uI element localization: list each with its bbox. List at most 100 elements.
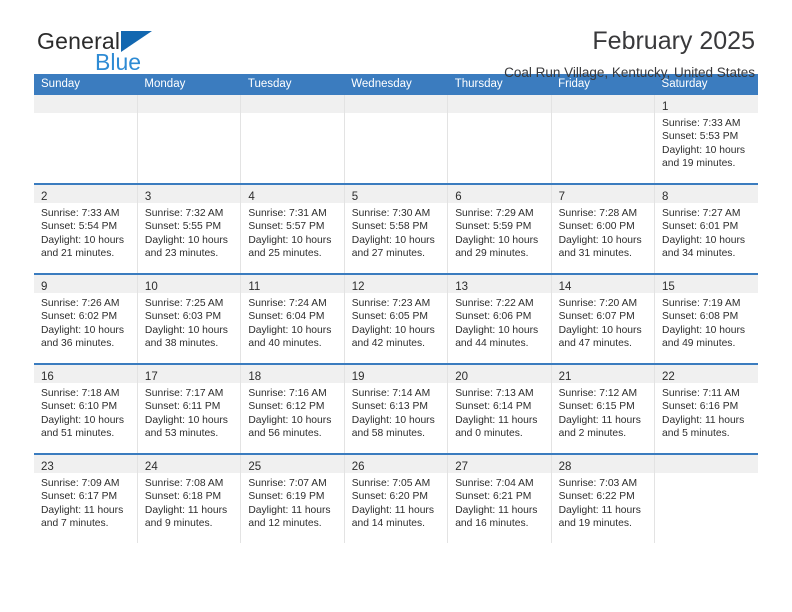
calendar-day-cell[interactable]: 27 Sunrise: 7:04 AM Sunset: 6:21 PM Dayligh… [447, 453, 552, 543]
day-details [241, 113, 343, 117]
sunrise-text: Sunrise: 7:16 AM [248, 388, 327, 399]
calendar-day-cell[interactable]: 28 Sunrise: 7:03 AM Sunset: 6:22 PM Dayligh… [551, 453, 656, 543]
calendar-day-cell[interactable]: 4 Sunrise: 7:31 AM Sunset: 5:57 PM Daylight… [240, 183, 345, 274]
daylight-text-line2: and 7 minutes. [41, 518, 109, 530]
day-details: Sunrise: 7:26 AM Sunset: 6:02 PM Daylight:… [34, 293, 137, 351]
day-number-band: 1 [655, 95, 758, 113]
day-number-band: 11 [241, 275, 344, 293]
day-number-band: 18 [241, 365, 344, 383]
sunset-text: Sunset: 5:53 PM [662, 131, 739, 143]
day-number-band: 3 [137, 185, 241, 203]
calendar-day-cell[interactable]: 5 Sunrise: 7:30 AM Sunset: 5:58 PM Daylight… [344, 183, 449, 274]
daylight-text-line1: Daylight: 11 hours [144, 504, 228, 516]
calendar-day-cell[interactable]: 2 Sunrise: 7:33 AM Sunset: 5:54 PM Daylight… [34, 183, 138, 274]
calendar-day-cell[interactable]: 7 Sunrise: 7:28 AM Sunset: 6:00 PM Daylight… [551, 183, 656, 274]
day-details: Sunrise: 7:22 AM Sunset: 6:06 PM Daylight:… [448, 293, 550, 351]
day-number-band: 8 [655, 185, 758, 203]
day-number: 4 [248, 191, 255, 203]
daylight-text-line2: and 9 minutes. [144, 518, 213, 530]
day-details: Sunrise: 7:08 AM Sunset: 6:18 PM Daylight:… [138, 473, 240, 531]
day-number: 9 [41, 281, 48, 293]
sunset-text: Sunset: 6:11 PM [144, 401, 221, 413]
daylight-text-line2: and 38 minutes. [144, 338, 219, 350]
calendar-empty-cell [654, 453, 758, 543]
daylight-text-line2: and 25 minutes. [248, 248, 322, 260]
day-details: Sunrise: 7:25 AM Sunset: 6:03 PM Daylight:… [138, 293, 240, 351]
calendar-day-cell[interactable]: 14 Sunrise: 7:20 AM Sunset: 6:07 PM Dayligh… [551, 273, 656, 364]
calendar-day-cell[interactable]: 11 Sunrise: 7:24 AM Sunset: 6:04 PM Dayligh… [240, 273, 345, 364]
calendar-body: 1 Sunrise: 7:33 AM Sunset: 5:53 PM Daylight… [34, 95, 758, 543]
day-number-band [241, 95, 344, 113]
calendar-day-cell[interactable]: 9 Sunrise: 7:26 AM Sunset: 6:02 PM Daylight… [34, 273, 138, 364]
page-title: February 2025 [592, 27, 755, 55]
day-details: Sunrise: 7:18 AM Sunset: 6:10 PM Daylight:… [34, 383, 137, 441]
day-number-band: 24 [137, 455, 241, 473]
day-details [138, 113, 240, 117]
sunset-text: Sunset: 5:54 PM [41, 221, 118, 233]
daylight-text-line1: Daylight: 11 hours [455, 504, 538, 516]
calendar-week-row: 2 Sunrise: 7:33 AM Sunset: 5:54 PM Daylight… [34, 183, 758, 274]
daylight-text-line1: Daylight: 10 hours [248, 414, 332, 426]
calendar-day-cell[interactable]: 12 Sunrise: 7:23 AM Sunset: 6:05 PM Dayligh… [344, 273, 449, 364]
daylight-text-line1: Daylight: 10 hours [351, 414, 435, 426]
general-blue-logo[interactable]: General Blue [37, 28, 267, 78]
day-number-band: 21 [551, 365, 655, 383]
day-number: 10 [144, 281, 158, 293]
day-number-band: 22 [655, 365, 758, 383]
daylight-text-line2: and 0 minutes. [455, 428, 523, 440]
calendar-day-cell[interactable]: 6 Sunrise: 7:29 AM Sunset: 5:59 PM Daylight… [447, 183, 552, 274]
calendar-day-cell[interactable]: 8 Sunrise: 7:27 AM Sunset: 6:01 PM Daylight… [654, 183, 758, 274]
calendar-day-cell[interactable]: 26 Sunrise: 7:05 AM Sunset: 6:20 PM Dayligh… [344, 453, 449, 543]
sunset-text: Sunset: 5:59 PM [455, 221, 532, 233]
calendar-empty-cell [137, 95, 242, 184]
day-details: Sunrise: 7:09 AM Sunset: 6:17 PM Daylight:… [34, 473, 137, 531]
daylight-text-line1: Daylight: 10 hours [455, 324, 539, 336]
day-details [345, 113, 447, 117]
day-number: 13 [455, 281, 468, 293]
day-number: 7 [558, 191, 566, 203]
daylight-text-line2: and 49 minutes. [662, 338, 736, 350]
sunset-text: Sunset: 6:00 PM [558, 221, 635, 233]
calendar-day-cell[interactable]: 21 Sunrise: 7:12 AM Sunset: 6:15 PM Dayligh… [551, 363, 656, 454]
day-number: 18 [248, 371, 262, 383]
day-number-band: 17 [137, 365, 241, 383]
sunset-text: Sunset: 6:22 PM [558, 491, 635, 503]
sunset-text: Sunset: 6:13 PM [351, 401, 428, 413]
daylight-text-line1: Daylight: 10 hours [144, 234, 228, 246]
daylight-text-line2: and 47 minutes. [558, 338, 632, 350]
calendar-day-cell[interactable]: 10 Sunrise: 7:25 AM Sunset: 6:03 PM Dayligh… [137, 273, 242, 364]
calendar-day-cell[interactable]: 3 Sunrise: 7:32 AM Sunset: 5:55 PM Daylight… [137, 183, 242, 274]
calendar-day-cell[interactable]: 18 Sunrise: 7:16 AM Sunset: 6:12 PM Dayligh… [240, 363, 345, 454]
day-details: Sunrise: 7:31 AM Sunset: 5:57 PM Daylight:… [241, 203, 343, 261]
daylight-text-line2: and 12 minutes. [248, 518, 322, 530]
calendar-day-cell[interactable]: 24 Sunrise: 7:08 AM Sunset: 6:18 PM Dayligh… [137, 453, 242, 543]
calendar-day-cell[interactable]: 25 Sunrise: 7:07 AM Sunset: 6:19 PM Dayligh… [240, 453, 345, 543]
daylight-text-line1: Daylight: 10 hours [662, 144, 746, 156]
calendar-day-cell[interactable]: 23 Sunrise: 7:09 AM Sunset: 6:17 PM Dayligh… [34, 453, 138, 543]
calendar-day-cell[interactable]: 19 Sunrise: 7:14 AM Sunset: 6:13 PM Dayligh… [344, 363, 449, 454]
calendar-day-cell[interactable]: 1 Sunrise: 7:33 AM Sunset: 5:53 PM Daylight… [654, 95, 758, 184]
daylight-text-line1: Daylight: 10 hours [144, 324, 228, 336]
daylight-text-line1: Daylight: 10 hours [455, 234, 539, 246]
day-number-band: 26 [344, 455, 448, 473]
day-number-band: 27 [448, 455, 551, 473]
sunrise-text: Sunrise: 7:13 AM [455, 388, 534, 399]
calendar-day-cell[interactable]: 15 Sunrise: 7:19 AM Sunset: 6:08 PM Dayligh… [654, 273, 758, 364]
day-number-band: 23 [34, 455, 137, 473]
calendar-day-cell[interactable]: 16 Sunrise: 7:18 AM Sunset: 6:10 PM Dayligh… [34, 363, 138, 454]
calendar-page: General Blue February 2025 Coal Run Vill… [0, 0, 792, 612]
daylight-text-line1: Daylight: 11 hours [558, 414, 641, 426]
calendar-week-row: 23 Sunrise: 7:09 AM Sunset: 6:17 PM Dayligh… [34, 453, 758, 543]
daylight-text-line2: and 29 minutes. [455, 248, 529, 260]
calendar-day-cell[interactable]: 13 Sunrise: 7:22 AM Sunset: 6:06 PM Dayligh… [447, 273, 552, 364]
sunrise-text: Sunrise: 7:12 AM [558, 388, 638, 399]
sunrise-text: Sunrise: 7:19 AM [662, 298, 741, 309]
calendar-empty-cell [551, 95, 656, 184]
calendar-day-cell[interactable]: 22 Sunrise: 7:11 AM Sunset: 6:16 PM Dayligh… [654, 363, 758, 454]
calendar-day-cell[interactable]: 20 Sunrise: 7:13 AM Sunset: 6:14 PM Dayligh… [447, 363, 552, 454]
day-number: 5 [351, 191, 359, 203]
daylight-text-line2: and 42 minutes. [351, 338, 426, 350]
calendar-day-cell[interactable]: 17 Sunrise: 7:17 AM Sunset: 6:11 PM Dayligh… [137, 363, 242, 454]
day-details [34, 113, 137, 117]
day-number: 12 [351, 281, 365, 293]
